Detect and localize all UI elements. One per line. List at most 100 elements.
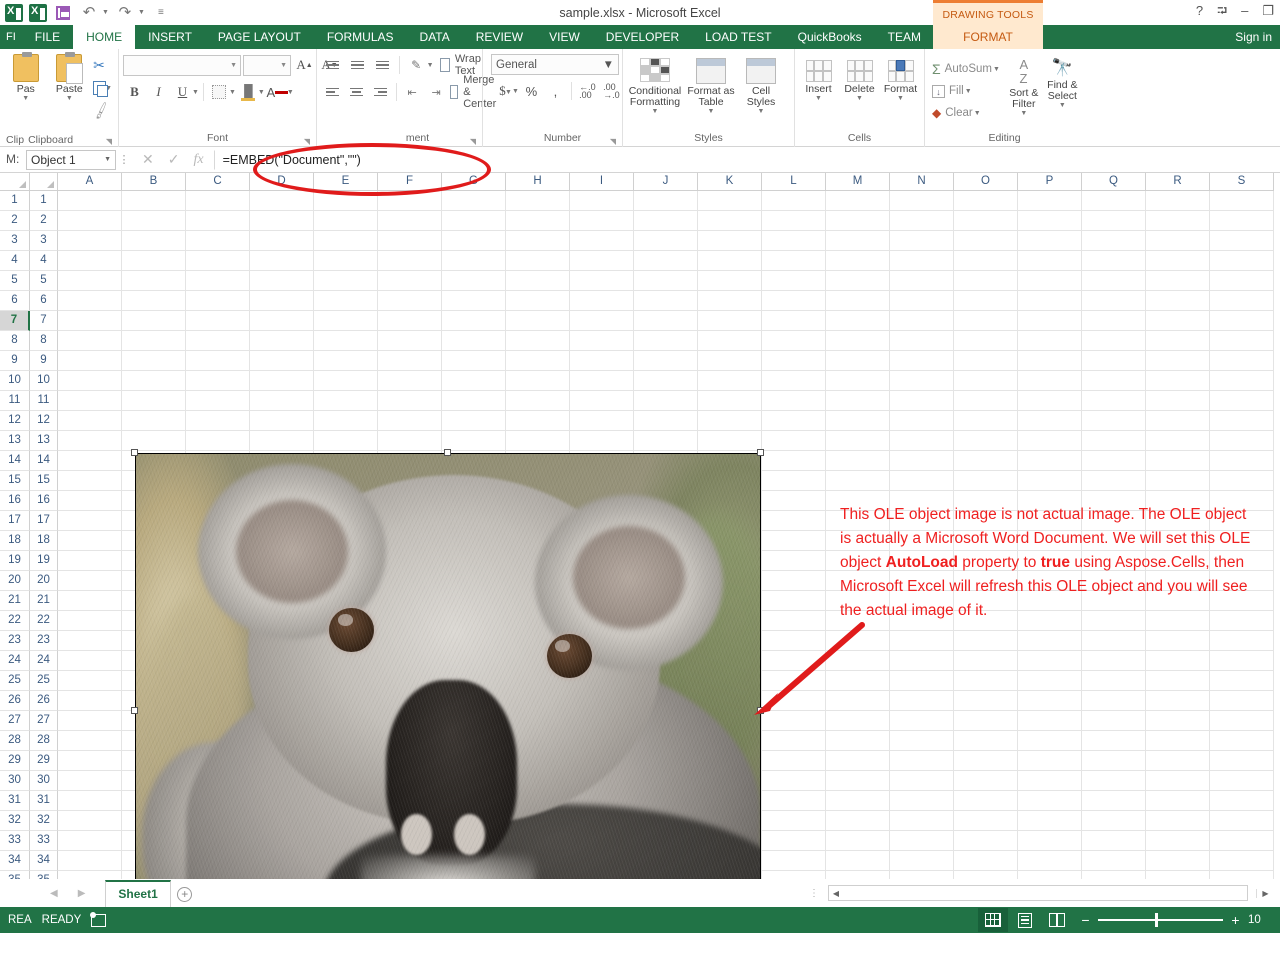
cell-M34[interactable] — [826, 851, 890, 871]
cell-D8[interactable] — [250, 331, 314, 351]
cell-E7[interactable] — [314, 311, 378, 331]
zoom-out-button[interactable]: − — [1080, 912, 1091, 928]
cell-R14[interactable] — [1146, 451, 1210, 471]
cell-G5[interactable] — [442, 271, 506, 291]
percent-style-button[interactable]: % — [520, 80, 543, 102]
align-left-button[interactable] — [321, 81, 344, 103]
cell-S10[interactable] — [1210, 371, 1274, 391]
cell-A14[interactable] — [58, 451, 122, 471]
clear-dropdown-icon[interactable]: ▼ — [974, 110, 981, 117]
cell-B10[interactable] — [122, 371, 186, 391]
row-header-28[interactable]: 28 — [30, 731, 58, 751]
cell-P10[interactable] — [1018, 371, 1082, 391]
cell-O4[interactable] — [954, 251, 1018, 271]
cell-F3[interactable] — [378, 231, 442, 251]
cell-N34[interactable] — [890, 851, 954, 871]
row-header-9[interactable]: 9 — [30, 351, 58, 371]
cell-Q7[interactable] — [1082, 311, 1146, 331]
cell-A19[interactable] — [58, 551, 122, 571]
cell-N15[interactable] — [890, 471, 954, 491]
cell-P29[interactable] — [1018, 751, 1082, 771]
cell-I8[interactable] — [570, 331, 634, 351]
cell-R34[interactable] — [1146, 851, 1210, 871]
cell-D11[interactable] — [250, 391, 314, 411]
cell-D2[interactable] — [250, 211, 314, 231]
cell-O5[interactable] — [954, 271, 1018, 291]
cell-Q25[interactable] — [1082, 671, 1146, 691]
currency-button[interactable]: $ — [491, 80, 514, 102]
cell-A3[interactable] — [58, 231, 122, 251]
cell-R35[interactable] — [1146, 871, 1210, 879]
cell-O24[interactable] — [954, 651, 1018, 671]
zoom-in-button[interactable]: + — [1230, 912, 1241, 928]
cell-N23[interactable] — [890, 631, 954, 651]
cell-G7[interactable] — [442, 311, 506, 331]
cell-E2[interactable] — [314, 211, 378, 231]
cell-M6[interactable] — [826, 291, 890, 311]
cell-A24[interactable] — [58, 651, 122, 671]
tab-review[interactable]: REVIEW — [463, 25, 536, 49]
cell-L11[interactable] — [762, 391, 826, 411]
cell-L18[interactable] — [762, 531, 826, 551]
cell-J2[interactable] — [634, 211, 698, 231]
cell-M29[interactable] — [826, 751, 890, 771]
cell-M4[interactable] — [826, 251, 890, 271]
italic-button[interactable]: I — [147, 81, 170, 103]
insert-cells-dropdown-icon[interactable]: ▼ — [815, 95, 822, 102]
enter-formula-icon[interactable]: ✓ — [168, 151, 180, 168]
cell-A33[interactable] — [58, 831, 122, 851]
cell-Q29[interactable] — [1082, 751, 1146, 771]
cell-D4[interactable] — [250, 251, 314, 271]
row-header-34[interactable]: 34 — [30, 851, 58, 871]
row-header-3[interactable]: 3 — [30, 231, 58, 251]
cell-R30[interactable] — [1146, 771, 1210, 791]
cell-S27[interactable] — [1210, 711, 1274, 731]
column-header-h[interactable]: H — [506, 173, 570, 191]
row-header-12[interactable]: 12 — [30, 411, 58, 431]
scroll-left-icon[interactable]: ◀ — [829, 889, 843, 898]
wrap-text-button[interactable]: Wrap Text — [438, 53, 486, 77]
cell-S9[interactable] — [1210, 351, 1274, 371]
cell-P26[interactable] — [1018, 691, 1082, 711]
cell-E12[interactable] — [314, 411, 378, 431]
cell-Q13[interactable] — [1082, 431, 1146, 451]
cell-R26[interactable] — [1146, 691, 1210, 711]
cell-L6[interactable] — [762, 291, 826, 311]
cell-J6[interactable] — [634, 291, 698, 311]
cell-N29[interactable] — [890, 751, 954, 771]
column-header-q[interactable]: Q — [1082, 173, 1146, 191]
align-middle-button[interactable] — [346, 54, 369, 76]
record-macro-icon[interactable] — [90, 911, 107, 927]
cell-A13[interactable] — [58, 431, 122, 451]
sheet-prev-icon[interactable]: ◀ — [50, 888, 58, 899]
cell-S32[interactable] — [1210, 811, 1274, 831]
cell-R4[interactable] — [1146, 251, 1210, 271]
cell-K1[interactable] — [698, 191, 762, 211]
cell-Q4[interactable] — [1082, 251, 1146, 271]
cell-A10[interactable] — [58, 371, 122, 391]
cell-N26[interactable] — [890, 691, 954, 711]
decrease-decimal-button[interactable]: .00 →.0 — [600, 80, 623, 102]
insert-function-icon[interactable]: fx — [193, 152, 203, 168]
cell-N11[interactable] — [890, 391, 954, 411]
cell-O3[interactable] — [954, 231, 1018, 251]
cell-P30[interactable] — [1018, 771, 1082, 791]
sheet-tab-sheet1[interactable]: Sheet1 — [105, 879, 171, 907]
fill-color-dropdown-icon[interactable]: ▼ — [258, 89, 265, 96]
cell-Q10[interactable] — [1082, 371, 1146, 391]
cell-N10[interactable] — [890, 371, 954, 391]
cell-B1[interactable] — [122, 191, 186, 211]
tab-view[interactable]: VIEW — [536, 25, 593, 49]
align-right-button[interactable] — [369, 81, 392, 103]
row-header-5[interactable]: 5 — [30, 271, 58, 291]
cell-E4[interactable] — [314, 251, 378, 271]
cell-S2[interactable] — [1210, 211, 1274, 231]
row-header-33[interactable]: 33 — [30, 831, 58, 851]
sign-in-link[interactable]: Sign in — [1235, 25, 1272, 49]
cell-N33[interactable] — [890, 831, 954, 851]
cell-O10[interactable] — [954, 371, 1018, 391]
cell-L32[interactable] — [762, 811, 826, 831]
font-name-input[interactable]: ▼ — [123, 54, 241, 76]
cell-S31[interactable] — [1210, 791, 1274, 811]
cell-P33[interactable] — [1018, 831, 1082, 851]
